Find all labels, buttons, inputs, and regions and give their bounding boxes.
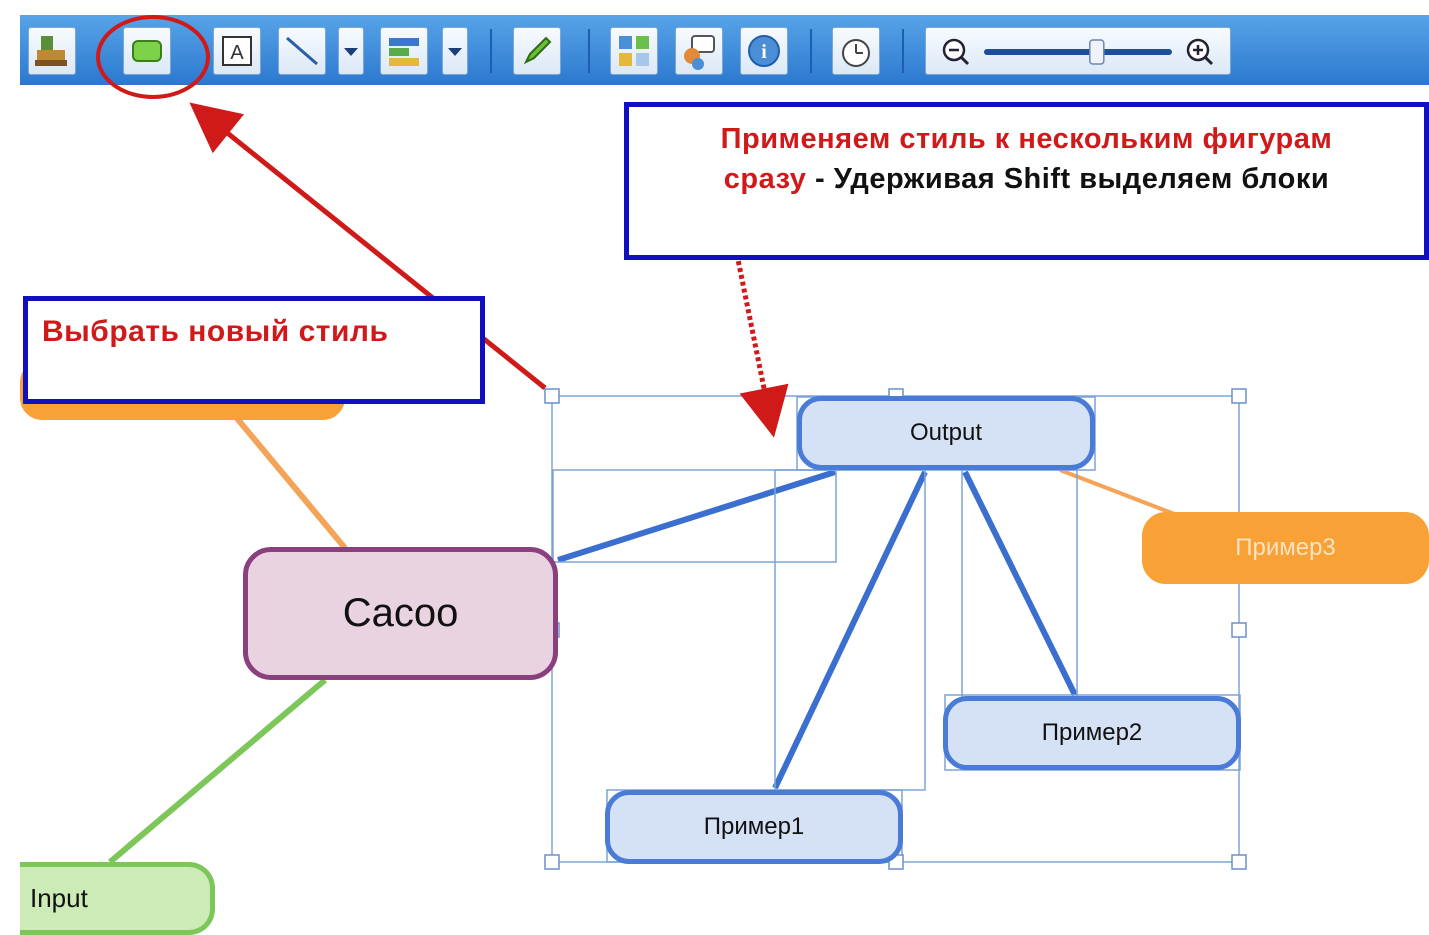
node-output-label: Output <box>909 419 983 446</box>
callout-choose-style-text: Выбрать новый стиль <box>42 315 389 348</box>
node-example3[interactable]: Пример3 <box>1142 512 1429 584</box>
node-example2-label: Пример2 <box>1041 719 1143 746</box>
node-example3-label: Пример3 <box>1235 534 1336 561</box>
node-example1-label: Пример1 <box>703 813 805 840</box>
node-cacoo-label: Cacoo <box>342 591 459 635</box>
connector-cacoo-left-node[interactable] <box>227 408 348 550</box>
highlight-circle <box>96 15 210 99</box>
callout-multi-select: Применяем стиль к нескольким фигурам сра… <box>624 102 1429 260</box>
node-example1[interactable]: Пример1 <box>605 790 903 864</box>
callout-choose-style: Выбрать новый стиль <box>23 296 485 404</box>
node-output[interactable]: Output <box>797 396 1095 470</box>
node-example2[interactable]: Пример2 <box>943 696 1241 770</box>
connector-cacoo-output[interactable] <box>557 469 836 563</box>
node-input-label: Input <box>30 883 88 913</box>
connector-cacoo-input[interactable] <box>108 677 327 865</box>
callout-multi-black-text: - Удерживая Shift выделяем блоки <box>806 163 1330 195</box>
connector-output-example1[interactable] <box>772 470 928 790</box>
node-cacoo[interactable]: Cacoo <box>243 547 558 680</box>
node-input[interactable]: Input <box>20 862 215 935</box>
connector-output-example2[interactable] <box>962 470 1078 697</box>
